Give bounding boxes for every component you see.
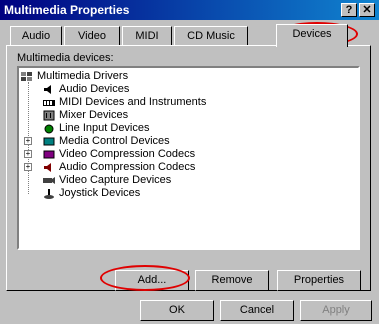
multimedia-devices-tree[interactable]: Multimedia Drivers Audio Devices MIDI De… — [17, 66, 360, 250]
media-control-icon — [43, 136, 55, 147]
expand-media-control-button[interactable]: + — [24, 137, 32, 145]
tree-item-multimedia-drivers[interactable]: Multimedia Drivers — [21, 70, 128, 82]
add-button[interactable]: Add... — [115, 270, 189, 291]
tree-item-mixer-devices[interactable]: Mixer Devices — [43, 109, 128, 121]
devices-panel: Multimedia devices: Multimedia Drivers A… — [6, 45, 371, 291]
tree-item-media-control-devices[interactable]: Media Control Devices — [43, 135, 170, 147]
tree-item-video-compression-codecs[interactable]: Video Compression Codecs — [43, 148, 195, 160]
ok-button[interactable]: OK — [140, 300, 214, 321]
tab-devices[interactable]: Devices — [276, 24, 348, 47]
video-capture-icon — [43, 175, 55, 186]
line-input-icon — [43, 123, 55, 134]
audio-codec-icon — [43, 162, 55, 173]
tab-audio[interactable]: Audio — [10, 26, 62, 46]
title-bar: Multimedia Properties ? ✕ — [0, 0, 379, 20]
tree-item-audio-devices[interactable]: Audio Devices — [43, 83, 129, 95]
multimedia-devices-label: Multimedia devices: — [17, 52, 114, 64]
tree-item-joystick-devices[interactable]: Joystick Devices — [43, 187, 140, 199]
apply-button: Apply — [300, 300, 372, 321]
cancel-button[interactable]: Cancel — [220, 300, 294, 321]
multimedia-drivers-icon — [21, 71, 33, 82]
expand-video-codecs-button[interactable]: + — [24, 150, 32, 158]
tab-video[interactable]: Video — [64, 26, 120, 46]
tree-item-audio-compression-codecs[interactable]: Audio Compression Codecs — [43, 161, 195, 173]
speaker-icon — [43, 84, 55, 95]
midi-icon — [43, 97, 55, 108]
close-button[interactable]: ✕ — [359, 3, 375, 17]
tab-cd-music[interactable]: CD Music — [174, 26, 248, 46]
tab-midi[interactable]: MIDI — [122, 26, 172, 46]
expand-audio-codecs-button[interactable]: + — [24, 163, 32, 171]
properties-button[interactable]: Properties — [277, 270, 361, 291]
joystick-icon — [43, 188, 55, 199]
multimedia-properties-window: Multimedia Properties ? ✕ Audio Video MI… — [0, 0, 379, 324]
tree-item-line-input-devices[interactable]: Line Input Devices — [43, 122, 150, 134]
mixer-icon — [43, 110, 55, 121]
help-button[interactable]: ? — [341, 3, 357, 17]
window-title: Multimedia Properties — [4, 3, 130, 17]
remove-button[interactable]: Remove — [195, 270, 269, 291]
tree-item-midi-devices[interactable]: MIDI Devices and Instruments — [43, 96, 206, 108]
tree-item-video-capture-devices[interactable]: Video Capture Devices — [43, 174, 171, 186]
video-codec-icon — [43, 149, 55, 160]
